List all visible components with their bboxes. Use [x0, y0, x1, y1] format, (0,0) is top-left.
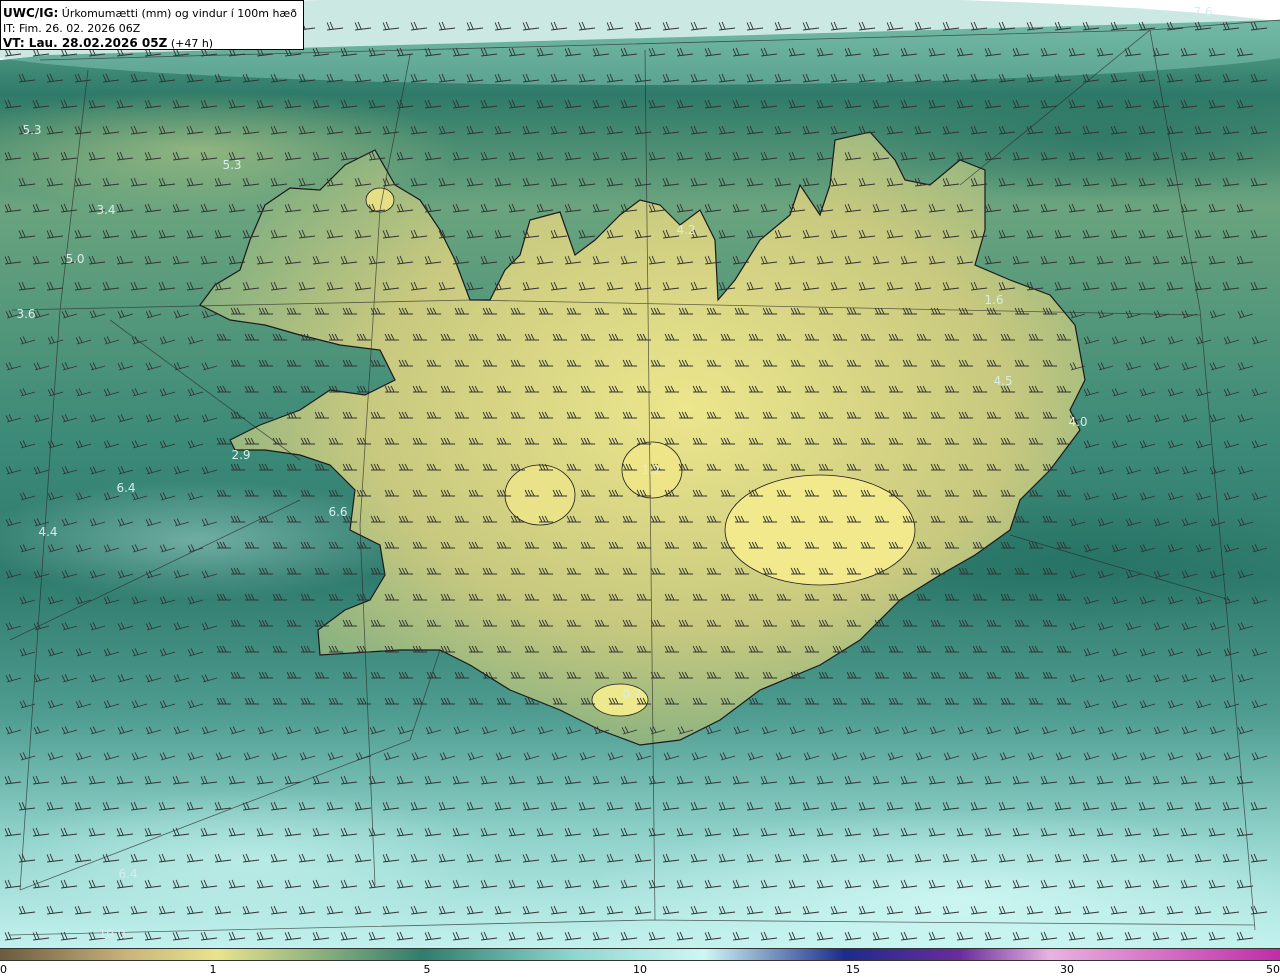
map-value-label: 6.4	[118, 867, 137, 881]
colorbar	[0, 948, 1280, 961]
map-value-label: 1.2	[641, 463, 660, 477]
valid-time-line: VT: Lau. 28.02.2026 05Z (+47 h)	[3, 36, 303, 51]
colorbar-tick-30: 30	[1060, 963, 1074, 976]
map-value-label: 1.6	[984, 293, 1003, 307]
map-value-label: 4.5	[993, 374, 1012, 388]
map-value-label: 5.0	[65, 252, 84, 266]
colorbar-tick-5: 5	[423, 963, 431, 976]
map-value-label: 3.4	[96, 203, 115, 217]
map-value-label: 6.4	[116, 481, 135, 495]
model-name: UWC/IG:	[3, 6, 59, 20]
field-description: Úrkomumætti (mm) og vindur í 100m hæð	[61, 7, 297, 20]
colorbar-tick-10: 10	[633, 963, 647, 976]
map-value-label: 5.3	[222, 158, 241, 172]
map-value-label: 6.6	[328, 505, 347, 519]
precipitation-wind-map: 7.6 5.3 5.3 3.4 5.0 3.6 2.9 6.4 6.6 4.4 4.2 1.6 4.5 4…	[0, 0, 1280, 948]
colorbar-tick-15: 15	[846, 963, 860, 976]
title-line: UWC/IG: Úrkomumætti (mm) og vindur í 100…	[3, 6, 303, 21]
map-value-label: 10.0	[99, 927, 126, 941]
vatnajokull	[724, 474, 916, 586]
map-value-label: 5.3	[22, 123, 41, 137]
map-value-label: 7.6	[1193, 5, 1212, 19]
colorbar-tick-0: 0	[0, 963, 7, 976]
initial-time: IT: Fim. 26. 02. 2026 06Z	[3, 22, 141, 35]
colorbar-tick-1: 1	[209, 963, 217, 976]
map-value-label: 4.4	[38, 525, 57, 539]
weather-map: 7.6 5.3 5.3 3.4 5.0 3.6 2.9 6.4 6.6 4.4 4.2 1.6 4.5 4…	[0, 0, 1280, 948]
map-value-label: 4.0	[1068, 415, 1087, 429]
map-value-label: 4.2	[676, 223, 695, 237]
valid-time: VT: Lau. 28.02.2026 05Z	[3, 36, 168, 50]
map-value-label: 2.9	[231, 448, 250, 462]
langjokull	[504, 464, 576, 526]
colorbar-tick-50: 50	[1266, 963, 1280, 976]
forecast-offset: (+47 h)	[170, 37, 214, 50]
map-value-label: 3.6	[16, 307, 35, 321]
map-title-box: UWC/IG: Úrkomumætti (mm) og vindur í 100…	[0, 0, 304, 50]
map-value-label: 0.7	[622, 687, 641, 701]
colorbar-legend: 0 1 5 10 15 30 50	[0, 948, 1280, 978]
